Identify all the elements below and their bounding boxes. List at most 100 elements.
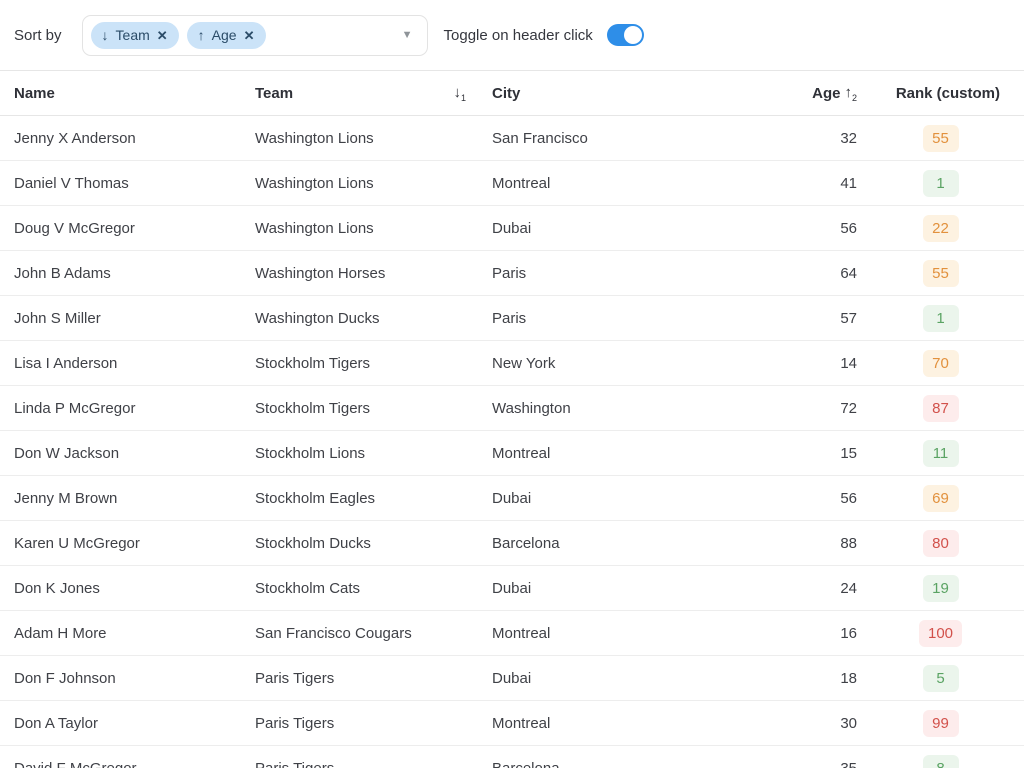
rank-badge: 1 bbox=[923, 305, 959, 332]
cell-city: Dubai bbox=[492, 220, 802, 237]
rank-badge: 22 bbox=[923, 215, 959, 242]
rank-badge: 55 bbox=[923, 260, 959, 287]
cell-name: Don A Taylor bbox=[14, 715, 255, 732]
cell-team: Paris Tigers bbox=[255, 715, 492, 732]
cell-age: 35 bbox=[802, 760, 857, 768]
cell-name: Jenny X Anderson bbox=[14, 130, 255, 147]
cell-team: Washington Lions bbox=[255, 130, 492, 147]
sort-chip-label: Team bbox=[116, 27, 150, 43]
remove-chip-icon[interactable]: ✕ bbox=[157, 29, 168, 42]
cell-city: Washington bbox=[492, 400, 802, 417]
cell-name: Linda P McGregor bbox=[14, 400, 255, 417]
toggle-knob bbox=[624, 26, 642, 44]
column-header-team[interactable]: Team ↓1 bbox=[255, 84, 492, 103]
table-row: Adam H MoreSan Francisco CougarsMontreal… bbox=[0, 611, 1024, 656]
cell-city: Montreal bbox=[492, 445, 802, 462]
table-header: Name Team ↓1 City Age ↑2 Rank (custom) bbox=[0, 70, 1024, 116]
remove-chip-icon[interactable]: ✕ bbox=[244, 29, 255, 42]
rank-badge: 5 bbox=[923, 665, 959, 692]
cell-age: 57 bbox=[802, 310, 857, 327]
cell-rank: 5 bbox=[857, 665, 1024, 692]
sort-multi-select[interactable]: ↓ Team ✕ ↑ Age ✕ ▼ bbox=[82, 15, 428, 56]
table-row: Doug V McGregorWashington LionsDubai56 22 bbox=[0, 206, 1024, 251]
cell-team: Paris Tigers bbox=[255, 760, 492, 768]
cell-rank: 8 bbox=[857, 755, 1024, 768]
table-row: John S MillerWashington DucksParis57 1 bbox=[0, 296, 1024, 341]
cell-name: Karen U McGregor bbox=[14, 535, 255, 552]
cell-city: Montreal bbox=[492, 625, 802, 642]
toggle-header-click-label: Toggle on header click bbox=[444, 27, 593, 44]
cell-rank: 70 bbox=[857, 350, 1024, 377]
table-row: Jenny M BrownStockholm EaglesDubai5669 bbox=[0, 476, 1024, 521]
rank-badge: 100 bbox=[919, 620, 962, 647]
cell-team: Washington Lions bbox=[255, 220, 492, 237]
table-row: Jenny X AndersonWashington LionsSan Fran… bbox=[0, 116, 1024, 161]
cell-rank: 100 bbox=[857, 620, 1024, 647]
sort-chip-team[interactable]: ↓ Team ✕ bbox=[91, 22, 179, 49]
cell-age: 30 bbox=[802, 715, 857, 732]
sort-chips: ↓ Team ✕ ↑ Age ✕ bbox=[91, 22, 394, 49]
cell-city: Dubai bbox=[492, 580, 802, 597]
cell-team: Stockholm Lions bbox=[255, 445, 492, 462]
rank-badge: 99 bbox=[923, 710, 959, 737]
table-row: John B AdamsWashington HorsesParis6455 bbox=[0, 251, 1024, 296]
header-click-toggle[interactable] bbox=[607, 24, 644, 46]
sort-chip-age[interactable]: ↑ Age ✕ bbox=[187, 22, 266, 49]
cell-city: Barcelona bbox=[492, 760, 802, 768]
column-header-rank[interactable]: Rank (custom) bbox=[857, 85, 1024, 102]
cell-rank: 55 bbox=[857, 125, 1024, 152]
sort-direction-up-icon: ↑ bbox=[198, 27, 205, 43]
cell-name: Doug V McGregor bbox=[14, 220, 255, 237]
cell-team: Stockholm Ducks bbox=[255, 535, 492, 552]
rank-badge: 70 bbox=[923, 350, 959, 377]
cell-city: Barcelona bbox=[492, 535, 802, 552]
table-row: David F McGregorParis TigersBarcelona358 bbox=[0, 746, 1024, 768]
rank-badge: 19 bbox=[923, 575, 959, 602]
cell-age: 15 bbox=[802, 445, 857, 462]
cell-rank: 22 bbox=[857, 215, 1024, 242]
rank-badge: 8 bbox=[923, 755, 959, 768]
cell-city: Paris bbox=[492, 265, 802, 282]
cell-age: 56 bbox=[802, 220, 857, 237]
rank-badge: 11 bbox=[923, 440, 959, 467]
column-header-city[interactable]: City bbox=[492, 85, 802, 102]
cell-team: Stockholm Eagles bbox=[255, 490, 492, 507]
cell-city: San Francisco bbox=[492, 130, 802, 147]
table-body: Jenny X AndersonWashington LionsSan Fran… bbox=[0, 116, 1024, 768]
cell-team: Washington Lions bbox=[255, 175, 492, 192]
cell-rank: 19 bbox=[857, 575, 1024, 602]
cell-age: 14 bbox=[802, 355, 857, 372]
cell-rank: 87 bbox=[857, 395, 1024, 422]
cell-team: Stockholm Cats bbox=[255, 580, 492, 597]
cell-name: Lisa I Anderson bbox=[14, 355, 255, 372]
cell-name: Don K Jones bbox=[14, 580, 255, 597]
cell-rank: 80 bbox=[857, 530, 1024, 557]
sort-descending-icon: ↓1 bbox=[453, 84, 466, 103]
column-header-age-label: Age bbox=[812, 85, 840, 102]
cell-rank: 1 bbox=[857, 305, 1024, 332]
cell-city: Paris bbox=[492, 310, 802, 327]
table-row: Karen U McGregorStockholm DucksBarcelona… bbox=[0, 521, 1024, 566]
cell-age: 32 bbox=[802, 130, 857, 147]
sort-chip-label: Age bbox=[212, 27, 237, 43]
cell-team: Washington Ducks bbox=[255, 310, 492, 327]
table-row: Don K JonesStockholm CatsDubai2419 bbox=[0, 566, 1024, 611]
cell-age: 56 bbox=[802, 490, 857, 507]
table-row: Linda P McGregorStockholm TigersWashingt… bbox=[0, 386, 1024, 431]
cell-team: San Francisco Cougars bbox=[255, 625, 492, 642]
cell-rank: 11 bbox=[857, 440, 1024, 467]
table-row: Don W JacksonStockholm LionsMontreal1511 bbox=[0, 431, 1024, 476]
column-header-age[interactable]: Age ↑2 bbox=[802, 84, 857, 103]
rank-badge: 80 bbox=[923, 530, 959, 557]
cell-name: John B Adams bbox=[14, 265, 255, 282]
rank-badge: 87 bbox=[923, 395, 959, 422]
cell-team: Stockholm Tigers bbox=[255, 400, 492, 417]
table-row: Don F JohnsonParis TigersDubai185 bbox=[0, 656, 1024, 701]
chevron-down-icon[interactable]: ▼ bbox=[402, 29, 413, 41]
cell-name: John S Miller bbox=[14, 310, 255, 327]
cell-age: 16 bbox=[802, 625, 857, 642]
cell-name: Adam H More bbox=[14, 625, 255, 642]
column-header-name[interactable]: Name bbox=[14, 85, 255, 102]
cell-name: Daniel V Thomas bbox=[14, 175, 255, 192]
cell-team: Stockholm Tigers bbox=[255, 355, 492, 372]
